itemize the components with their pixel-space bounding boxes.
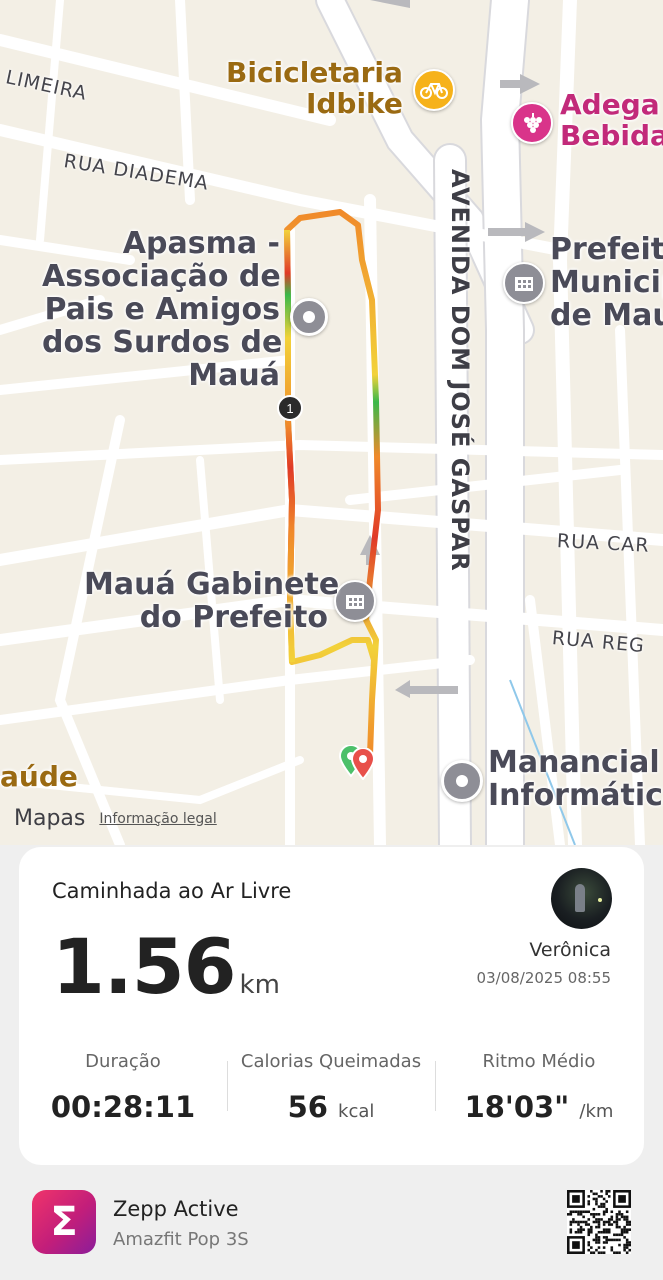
manancial-pin-icon[interactable] (441, 760, 483, 802)
poi-adega[interactable]: Adega Bebida (560, 89, 663, 152)
stat-value: 00:28:11 (19, 1090, 227, 1124)
distance-value: 1.56 (52, 922, 237, 1011)
legal-info-link[interactable]: Informação legal (99, 811, 216, 827)
maps-brand-label: Mapas (14, 806, 86, 831)
activity-type: Caminhada ao Ar Livre (52, 879, 292, 903)
activity-summary-card: Caminhada ao Ar Livre 1.56 km Verônica 0… (19, 847, 644, 1165)
poi-manancial[interactable]: Manancial Informática (488, 746, 663, 812)
street-avenida: AVENIDA DOM JOSÉ GASPAR (446, 169, 474, 572)
device-name: Amazfit Pop 3S (113, 1229, 249, 1250)
bicycle-icon[interactable] (413, 69, 455, 111)
pin-glyph (350, 747, 376, 781)
lap-marker-label: 1 (286, 400, 294, 416)
stat-number: 00:28:11 (50, 1090, 196, 1124)
stat-calories: Calorias Queimadas 56 kcal (227, 1051, 435, 1124)
lap-marker[interactable]: 1 (277, 395, 303, 421)
stat-number: 18'03" (464, 1090, 570, 1124)
stat-duration: Duração 00:28:11 (19, 1051, 227, 1124)
logo-glyph: Σ (50, 1199, 78, 1245)
qr-code-icon[interactable] (567, 1190, 631, 1254)
gabinete-building-icon[interactable] (334, 580, 376, 622)
stat-value: 56 kcal (227, 1090, 435, 1124)
stat-label: Ritmo Médio (482, 1051, 596, 1072)
poi-saude[interactable]: aúde (0, 761, 78, 793)
stat-number: 56 (287, 1090, 328, 1124)
grapes-glyph (524, 113, 542, 133)
poi-bicicletaria[interactable]: Bicicletaria Idbike (226, 57, 403, 120)
bicycle-glyph (420, 83, 448, 99)
building-icon[interactable] (503, 262, 545, 304)
stat-unit: /km (579, 1101, 614, 1122)
poi-prefeitura[interactable]: Prefeitu Municip de Mau (550, 233, 663, 332)
avatar[interactable] (551, 868, 612, 929)
app-footer: Σ Zepp Active Amazfit Pop 3S (0, 1165, 663, 1280)
stat-value: 18'03" /km (435, 1090, 643, 1124)
building-glyph (346, 595, 364, 609)
activity-datetime: 03/08/2025 08:55 (476, 969, 611, 987)
poi-gabinete[interactable]: Mauá Gabinete do Prefeito (84, 568, 339, 634)
stat-label: Calorias Queimadas (240, 1051, 422, 1072)
stat-unit: kcal (338, 1101, 375, 1122)
stat-pace: Ritmo Médio 18'03" /km (435, 1051, 643, 1124)
zepp-logo-icon: Σ (32, 1190, 96, 1254)
app-name: Zepp Active (113, 1197, 239, 1221)
wine-icon[interactable] (511, 102, 553, 144)
distance-unit: km (239, 970, 280, 1000)
apasma-pin-icon[interactable] (290, 298, 328, 336)
route-map[interactable]: 1 Bicicletaria Idbike Adega Bebida Apasm… (0, 0, 663, 845)
building-glyph (515, 277, 533, 291)
stat-label: Duração (85, 1051, 161, 1072)
end-pin-icon[interactable] (350, 747, 376, 781)
distance: 1.56 km (52, 922, 280, 1011)
user-name: Verônica (529, 939, 611, 961)
maps-attribution: Mapas Informação legal (14, 806, 217, 831)
maps-brand: Mapas (14, 806, 85, 831)
poi-apasma[interactable]: Apasma - Associação de Pais e Amigos dos… (42, 227, 282, 392)
